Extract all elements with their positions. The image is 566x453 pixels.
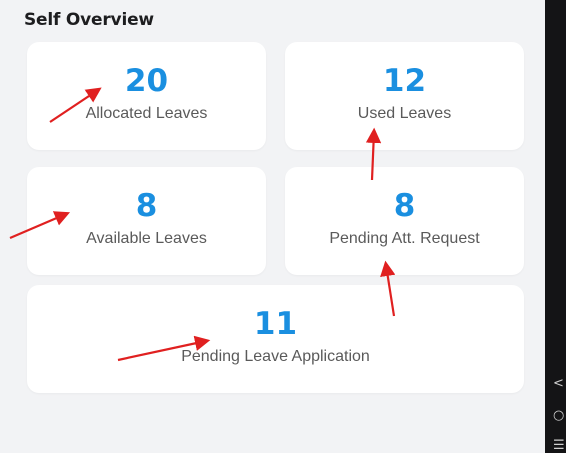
annotation-arrows [9, 87, 396, 362]
home-circle-icon[interactable]: ○ [553, 408, 564, 423]
annotation-arrow [49, 87, 102, 123]
annotation-arrow [380, 260, 396, 317]
recents-icon[interactable]: ☰ [553, 438, 565, 453]
annotation-arrow [117, 335, 211, 362]
annotation-arrow [365, 127, 382, 181]
annotation-arrow [9, 211, 71, 240]
back-chevron-icon[interactable]: < [553, 376, 564, 391]
